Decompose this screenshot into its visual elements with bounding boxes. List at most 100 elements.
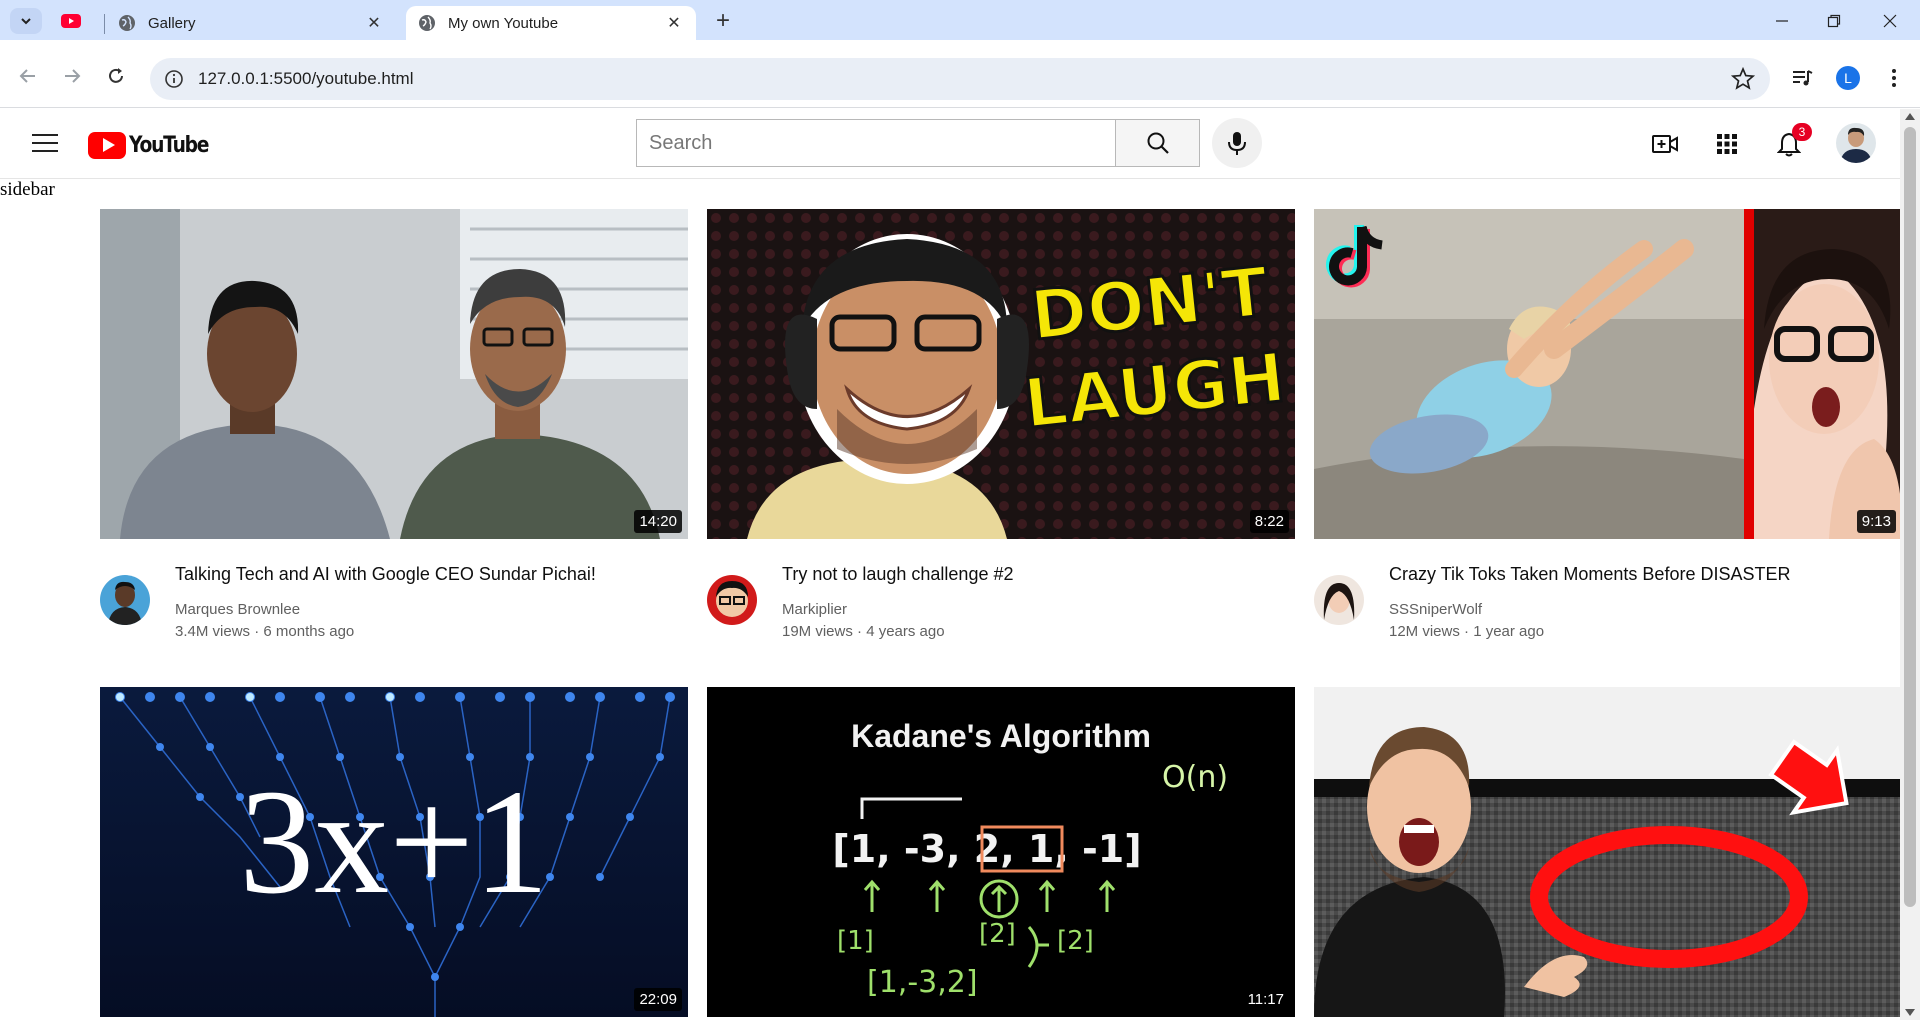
video-thumbnail[interactable]: DON'T LAUGH 8:22	[707, 209, 1295, 539]
channel-avatar[interactable]	[100, 575, 150, 625]
video-stats: 12M views · 1 year ago	[1389, 623, 1545, 640]
globe-icon	[419, 15, 435, 31]
microphone-icon	[1228, 132, 1246, 155]
search-button[interactable]	[1116, 119, 1200, 167]
channel-name[interactable]: Markiplier	[782, 601, 847, 618]
youtube-page: YouTube 3 sidebar	[0, 109, 1900, 1020]
video-card[interactable]: 3x+1 22:09	[100, 687, 688, 1017]
video-info: Try not to laugh challenge #2 Markiplier…	[707, 539, 1295, 659]
thumbnail-sub-text: [2]	[979, 919, 1016, 949]
search-icon	[1147, 132, 1169, 154]
thumbnail-sub-text: [1,-3,2]	[867, 965, 978, 1000]
video-info: Crazy Tik Toks Taken Moments Before DISA…	[1314, 539, 1900, 659]
youtube-logo[interactable]: YouTube	[88, 130, 222, 160]
browser-tab-bar: Gallery ✕ My own Youtube ✕ +	[0, 0, 1920, 40]
arrow-right-icon	[65, 69, 81, 83]
channel-name[interactable]: Marques Brownlee	[175, 601, 300, 618]
notification-count-badge: 3	[1792, 123, 1812, 141]
page-scrollbar[interactable]	[1900, 109, 1920, 1020]
video-thumbnail[interactable]: 14:20	[100, 209, 688, 539]
user-avatar[interactable]	[1836, 123, 1876, 163]
back-button[interactable]	[14, 62, 42, 90]
video-duration: 22:09	[634, 988, 682, 1011]
thumbnail-complexity-text: O(n)	[1162, 760, 1228, 795]
thumbnail-array-text: [1, -3, 2, 1, -1]	[832, 827, 1141, 871]
notifications-button[interactable]: 3	[1774, 123, 1812, 159]
video-card[interactable]	[1314, 687, 1900, 1017]
thumbnail-text: 3x+1	[239, 759, 549, 925]
video-stats: 3.4M views · 6 months ago	[175, 623, 355, 640]
forward-button[interactable]	[58, 62, 86, 90]
tab-my-own-youtube[interactable]: My own Youtube ✕	[406, 6, 696, 40]
pinned-youtube-tab[interactable]	[60, 13, 82, 29]
browser-menu-icon[interactable]	[1880, 64, 1908, 92]
video-thumbnail[interactable]: 3x+1 22:09	[100, 687, 688, 1017]
view-count: 19M views	[782, 623, 853, 640]
video-plus-icon	[1652, 135, 1678, 153]
video-title[interactable]: Crazy Tik Toks Taken Moments Before DISA…	[1389, 563, 1889, 585]
arrow-left-icon	[19, 69, 35, 83]
globe-icon	[119, 15, 135, 31]
view-count: 3.4M views	[175, 623, 251, 640]
create-video-button[interactable]	[1650, 129, 1680, 159]
browser-toolbar: 127.0.0.1:5500/youtube.html L	[0, 40, 1920, 108]
upload-age: 6 months ago	[263, 623, 355, 640]
thumbnail-sub-text: [1]	[837, 926, 874, 956]
video-title[interactable]: Try not to laugh challenge #2	[782, 563, 1282, 585]
video-card[interactable]: DON'T LAUGH 8:22 Try not to laugh challe…	[707, 209, 1295, 659]
logo-wordmark: YouTube	[129, 132, 209, 158]
video-duration: 11:17	[1242, 988, 1289, 1011]
view-count: 12M views	[1389, 623, 1460, 640]
thumbnail-title-text: Kadane's Algorithm	[851, 718, 1151, 754]
video-title[interactable]: Talking Tech and AI with Google CEO Sund…	[175, 563, 675, 585]
video-thumbnail[interactable]: 9:13	[1314, 209, 1900, 539]
address-bar[interactable]: 127.0.0.1:5500/youtube.html	[150, 58, 1770, 100]
hamburger-menu-icon[interactable]	[32, 131, 58, 155]
tab-title: My own Youtube	[448, 14, 559, 32]
video-duration: 14:20	[634, 510, 682, 533]
channel-avatar[interactable]	[1314, 575, 1364, 625]
channel-avatar[interactable]	[707, 575, 757, 625]
video-duration: 8:22	[1249, 510, 1289, 533]
url-text: 127.0.0.1:5500/youtube.html	[198, 69, 414, 88]
channel-name[interactable]: SSSniperWolf	[1389, 601, 1482, 618]
search-box[interactable]	[636, 119, 1116, 167]
site-info-icon[interactable]	[164, 69, 184, 89]
minimize-icon[interactable]	[1770, 10, 1794, 32]
scrollbar-thumb[interactable]	[1904, 127, 1916, 907]
upload-age: 4 years ago	[866, 623, 945, 640]
media-controls-icon[interactable]	[1788, 64, 1816, 92]
reload-button[interactable]	[102, 62, 130, 90]
close-tab-icon[interactable]: ✕	[664, 13, 684, 33]
voice-search-button[interactable]	[1212, 118, 1262, 168]
close-window-icon[interactable]	[1878, 10, 1902, 32]
tab-separator	[104, 14, 105, 34]
reload-icon	[109, 68, 123, 83]
restore-icon[interactable]	[1822, 10, 1846, 32]
chevron-down-icon	[21, 18, 31, 25]
search-input[interactable]	[649, 131, 1115, 155]
video-card[interactable]: 14:20 Talking Tech and AI with Google CE…	[100, 209, 688, 659]
new-tab-button[interactable]: +	[712, 7, 734, 34]
profile-avatar: L	[1836, 66, 1860, 90]
video-thumbnail[interactable]	[1314, 687, 1900, 1017]
close-tab-icon[interactable]: ✕	[364, 13, 384, 33]
video-card[interactable]: Kadane's Algorithm O(n) [1, -3, 2, 1, -1…	[707, 687, 1295, 1017]
scroll-up-icon[interactable]	[1905, 113, 1915, 120]
scroll-down-icon[interactable]	[1905, 1009, 1915, 1016]
tab-title: Gallery	[148, 14, 196, 32]
apps-grid-icon	[1717, 134, 1737, 154]
video-thumbnail[interactable]: Kadane's Algorithm O(n) [1, -3, 2, 1, -1…	[707, 687, 1295, 1017]
video-duration: 9:13	[1856, 510, 1896, 533]
tab-search-button[interactable]	[10, 8, 42, 34]
video-card[interactable]: 9:13 Crazy Tik Toks Taken Moments Before…	[1314, 209, 1900, 659]
bookmark-star-icon[interactable]	[1730, 66, 1756, 92]
profile-button[interactable]: L	[1834, 64, 1862, 92]
youtube-favicon-icon	[61, 14, 81, 28]
youtube-header: YouTube 3	[0, 109, 1900, 179]
sidebar-placeholder: sidebar	[0, 179, 55, 200]
tab-gallery[interactable]: Gallery ✕	[106, 6, 396, 40]
video-info: Talking Tech and AI with Google CEO Sund…	[100, 539, 688, 659]
apps-button[interactable]	[1712, 129, 1742, 159]
upload-age: 1 year ago	[1473, 623, 1545, 640]
